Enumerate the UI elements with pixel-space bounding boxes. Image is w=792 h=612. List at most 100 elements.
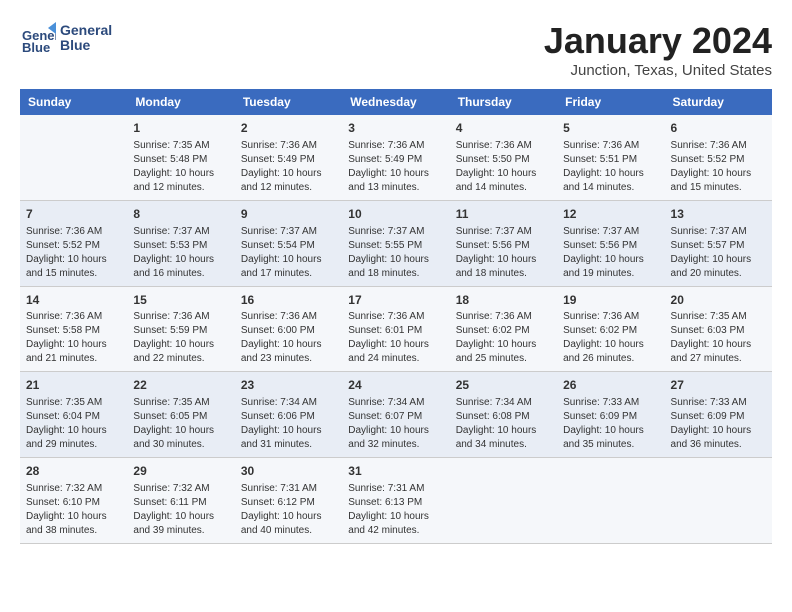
day-number: 13 xyxy=(671,206,766,223)
weekday-header: Monday xyxy=(127,89,234,115)
day-number: 18 xyxy=(456,292,551,309)
calendar-cell: 12 Sunrise: 7:37 AM Sunset: 5:56 PM Dayli… xyxy=(557,200,664,286)
day-number: 11 xyxy=(456,206,551,223)
cell-details: Sunrise: 7:36 AM Sunset: 6:01 PM Dayligh… xyxy=(348,310,443,366)
cell-details: Sunrise: 7:37 AM Sunset: 5:55 PM Dayligh… xyxy=(348,225,443,281)
cell-details: Sunrise: 7:37 AM Sunset: 5:53 PM Dayligh… xyxy=(133,225,228,281)
calendar-cell: 6Sunrise: 7:36 AM Sunset: 5:52 PM Daylig… xyxy=(665,115,772,200)
calendar-cell: 22 Sunrise: 7:35 AM Sunset: 6:05 PM Dayli… xyxy=(127,372,234,458)
day-number: 6 xyxy=(671,120,766,137)
cell-details: Sunrise: 7:36 AM Sunset: 5:51 PM Dayligh… xyxy=(563,139,658,195)
calendar-cell xyxy=(557,458,664,544)
day-number: 28 xyxy=(26,463,121,480)
weekday-header: Saturday xyxy=(665,89,772,115)
cell-details: Sunrise: 7:33 AM Sunset: 6:09 PM Dayligh… xyxy=(671,396,766,452)
calendar-cell: 30 Sunrise: 7:31 AM Sunset: 6:12 PM Dayli… xyxy=(235,458,342,544)
day-number: 15 xyxy=(133,292,228,309)
weekday-header: Thursday xyxy=(450,89,557,115)
cell-details: Sunrise: 7:36 AM Sunset: 5:59 PM Dayligh… xyxy=(133,310,228,366)
calendar-cell: 14Sunrise: 7:36 AM Sunset: 5:58 PM Dayli… xyxy=(20,286,127,372)
logo-text: General Blue xyxy=(60,23,112,54)
cell-details: Sunrise: 7:35 AM Sunset: 5:48 PM Dayligh… xyxy=(133,139,228,195)
calendar-cell: 13 Sunrise: 7:37 AM Sunset: 5:57 PM Dayli… xyxy=(665,200,772,286)
calendar-cell: 28 Sunrise: 7:32 AM Sunset: 6:10 PM Dayli… xyxy=(20,458,127,544)
month-title: January 2024 xyxy=(544,20,772,62)
day-number: 24 xyxy=(348,377,443,394)
calendar-cell: 29 Sunrise: 7:32 AM Sunset: 6:11 PM Dayli… xyxy=(127,458,234,544)
calendar-cell: 1 Sunrise: 7:35 AM Sunset: 5:48 PM Daylig… xyxy=(127,115,234,200)
calendar-cell: 23Sunrise: 7:34 AM Sunset: 6:06 PM Dayli… xyxy=(235,372,342,458)
calendar-cell: 3Sunrise: 7:36 AM Sunset: 5:49 PM Daylig… xyxy=(342,115,449,200)
title-area: January 2024 Junction, Texas, United Sta… xyxy=(544,20,772,79)
page-header: General Blue General Blue January 2024 J… xyxy=(20,20,772,79)
day-number: 7 xyxy=(26,206,121,223)
cell-details: Sunrise: 7:35 AM Sunset: 6:03 PM Dayligh… xyxy=(671,310,766,366)
cell-details: Sunrise: 7:35 AM Sunset: 6:04 PM Dayligh… xyxy=(26,396,121,452)
calendar-week-row: 7 Sunrise: 7:36 AM Sunset: 5:52 PM Daylig… xyxy=(20,200,772,286)
calendar-cell: 5 Sunrise: 7:36 AM Sunset: 5:51 PM Daylig… xyxy=(557,115,664,200)
cell-details: Sunrise: 7:36 AM Sunset: 6:00 PM Dayligh… xyxy=(241,310,336,366)
day-number: 5 xyxy=(563,120,658,137)
cell-details: Sunrise: 7:36 AM Sunset: 5:49 PM Dayligh… xyxy=(241,139,336,195)
calendar-cell: 17Sunrise: 7:36 AM Sunset: 6:01 PM Dayli… xyxy=(342,286,449,372)
cell-details: Sunrise: 7:32 AM Sunset: 6:10 PM Dayligh… xyxy=(26,482,121,538)
day-number: 19 xyxy=(563,292,658,309)
calendar-cell: 9 Sunrise: 7:37 AM Sunset: 5:54 PM Daylig… xyxy=(235,200,342,286)
day-number: 8 xyxy=(133,206,228,223)
calendar-cell: 26Sunrise: 7:33 AM Sunset: 6:09 PM Dayli… xyxy=(557,372,664,458)
calendar-cell xyxy=(665,458,772,544)
day-number: 25 xyxy=(456,377,551,394)
cell-details: Sunrise: 7:34 AM Sunset: 6:06 PM Dayligh… xyxy=(241,396,336,452)
day-number: 14 xyxy=(26,292,121,309)
cell-details: Sunrise: 7:37 AM Sunset: 5:54 PM Dayligh… xyxy=(241,225,336,281)
calendar-cell xyxy=(20,115,127,200)
day-number: 9 xyxy=(241,206,336,223)
day-number: 29 xyxy=(133,463,228,480)
location-title: Junction, Texas, United States xyxy=(544,62,772,79)
calendar-cell: 20Sunrise: 7:35 AM Sunset: 6:03 PM Dayli… xyxy=(665,286,772,372)
cell-details: Sunrise: 7:34 AM Sunset: 6:08 PM Dayligh… xyxy=(456,396,551,452)
logo: General Blue General Blue xyxy=(20,20,112,56)
day-number: 16 xyxy=(241,292,336,309)
day-number: 30 xyxy=(241,463,336,480)
cell-details: Sunrise: 7:34 AM Sunset: 6:07 PM Dayligh… xyxy=(348,396,443,452)
cell-details: Sunrise: 7:37 AM Sunset: 5:56 PM Dayligh… xyxy=(456,225,551,281)
cell-details: Sunrise: 7:31 AM Sunset: 6:13 PM Dayligh… xyxy=(348,482,443,538)
calendar-cell: 18Sunrise: 7:36 AM Sunset: 6:02 PM Dayli… xyxy=(450,286,557,372)
cell-details: Sunrise: 7:36 AM Sunset: 5:52 PM Dayligh… xyxy=(26,225,121,281)
cell-details: Sunrise: 7:31 AM Sunset: 6:12 PM Dayligh… xyxy=(241,482,336,538)
day-number: 20 xyxy=(671,292,766,309)
calendar-cell: 10Sunrise: 7:37 AM Sunset: 5:55 PM Dayli… xyxy=(342,200,449,286)
svg-text:Blue: Blue xyxy=(22,40,50,55)
day-number: 12 xyxy=(563,206,658,223)
calendar-cell: 27 Sunrise: 7:33 AM Sunset: 6:09 PM Dayli… xyxy=(665,372,772,458)
calendar-cell: 31Sunrise: 7:31 AM Sunset: 6:13 PM Dayli… xyxy=(342,458,449,544)
day-number: 3 xyxy=(348,120,443,137)
cell-details: Sunrise: 7:35 AM Sunset: 6:05 PM Dayligh… xyxy=(133,396,228,452)
cell-details: Sunrise: 7:37 AM Sunset: 5:57 PM Dayligh… xyxy=(671,225,766,281)
cell-details: Sunrise: 7:37 AM Sunset: 5:56 PM Dayligh… xyxy=(563,225,658,281)
calendar-cell: 19Sunrise: 7:36 AM Sunset: 6:02 PM Dayli… xyxy=(557,286,664,372)
cell-details: Sunrise: 7:32 AM Sunset: 6:11 PM Dayligh… xyxy=(133,482,228,538)
calendar-week-row: 14Sunrise: 7:36 AM Sunset: 5:58 PM Dayli… xyxy=(20,286,772,372)
calendar-cell: 11 Sunrise: 7:37 AM Sunset: 5:56 PM Dayli… xyxy=(450,200,557,286)
calendar-table: SundayMondayTuesdayWednesdayThursdayFrid… xyxy=(20,89,772,544)
day-number: 21 xyxy=(26,377,121,394)
calendar-week-row: 21 Sunrise: 7:35 AM Sunset: 6:04 PM Dayli… xyxy=(20,372,772,458)
day-number: 2 xyxy=(241,120,336,137)
cell-details: Sunrise: 7:36 AM Sunset: 6:02 PM Dayligh… xyxy=(563,310,658,366)
day-number: 27 xyxy=(671,377,766,394)
weekday-header-row: SundayMondayTuesdayWednesdayThursdayFrid… xyxy=(20,89,772,115)
day-number: 1 xyxy=(133,120,228,137)
day-number: 22 xyxy=(133,377,228,394)
weekday-header: Wednesday xyxy=(342,89,449,115)
calendar-cell: 25 Sunrise: 7:34 AM Sunset: 6:08 PM Dayli… xyxy=(450,372,557,458)
logo-icon: General Blue xyxy=(20,20,56,56)
calendar-cell: 15Sunrise: 7:36 AM Sunset: 5:59 PM Dayli… xyxy=(127,286,234,372)
calendar-cell: 21 Sunrise: 7:35 AM Sunset: 6:04 PM Dayli… xyxy=(20,372,127,458)
day-number: 4 xyxy=(456,120,551,137)
day-number: 26 xyxy=(563,377,658,394)
weekday-header: Tuesday xyxy=(235,89,342,115)
calendar-cell: 4Sunrise: 7:36 AM Sunset: 5:50 PM Daylig… xyxy=(450,115,557,200)
calendar-cell: 7 Sunrise: 7:36 AM Sunset: 5:52 PM Daylig… xyxy=(20,200,127,286)
